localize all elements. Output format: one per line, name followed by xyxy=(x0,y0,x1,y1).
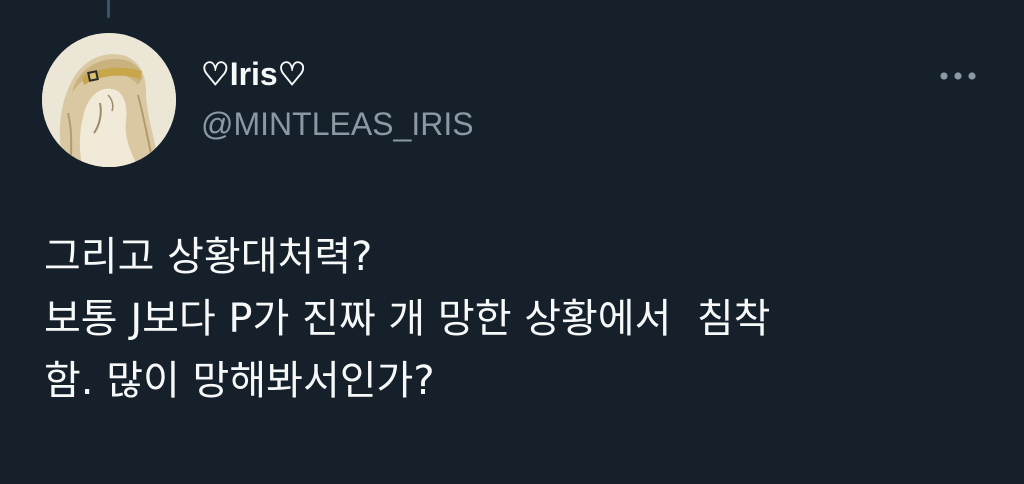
tweet-text: 그리고 상황대처력? 보통 J보다 P가 진짜 개 망한 상황에서 침착 함. … xyxy=(44,226,1004,412)
tweet-text-line-3: 함. 많이 망해봐서인가? xyxy=(44,358,435,404)
avatar[interactable] xyxy=(42,33,176,167)
thread-connector-line xyxy=(107,0,110,18)
tweet-text-line-1: 그리고 상황대처력? xyxy=(44,234,373,280)
tweet-text-line-2: 보통 J보다 P가 진짜 개 망한 상황에서 침착 xyxy=(44,296,771,342)
profile-avatar-icon xyxy=(42,33,176,167)
more-options-icon xyxy=(940,72,976,80)
more-options-button[interactable] xyxy=(932,58,984,94)
author-handle[interactable]: @MINTLEAS_IRIS xyxy=(201,104,474,144)
author-display-name[interactable]: ♡Iris♡ xyxy=(201,54,306,94)
